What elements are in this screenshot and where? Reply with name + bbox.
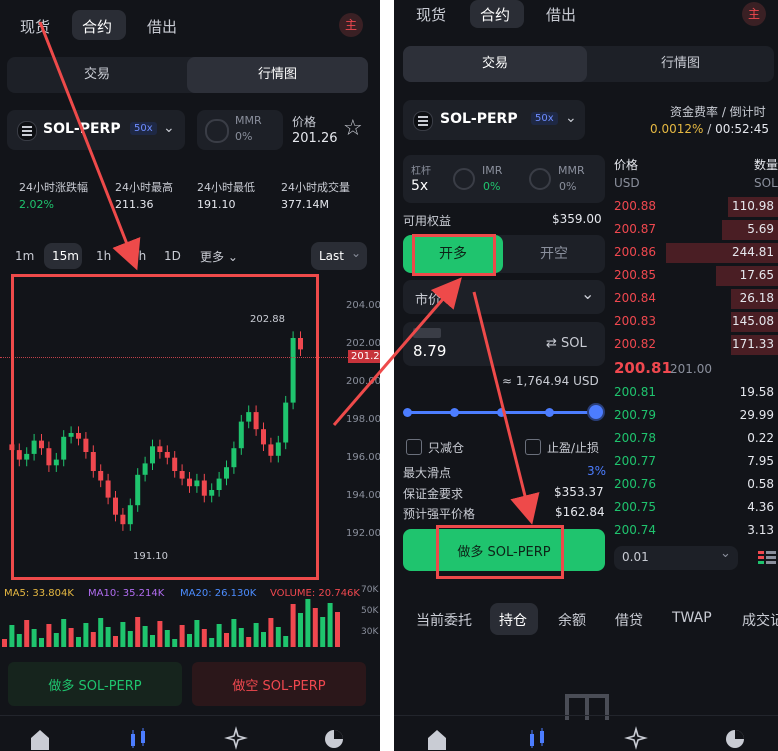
arrow-open-long-to-submit [472,291,540,525]
arrow-chart-to-open-long [332,277,462,426]
arrow-tab-to-chart [38,21,141,271]
annotation-arrows [38,21,540,525]
